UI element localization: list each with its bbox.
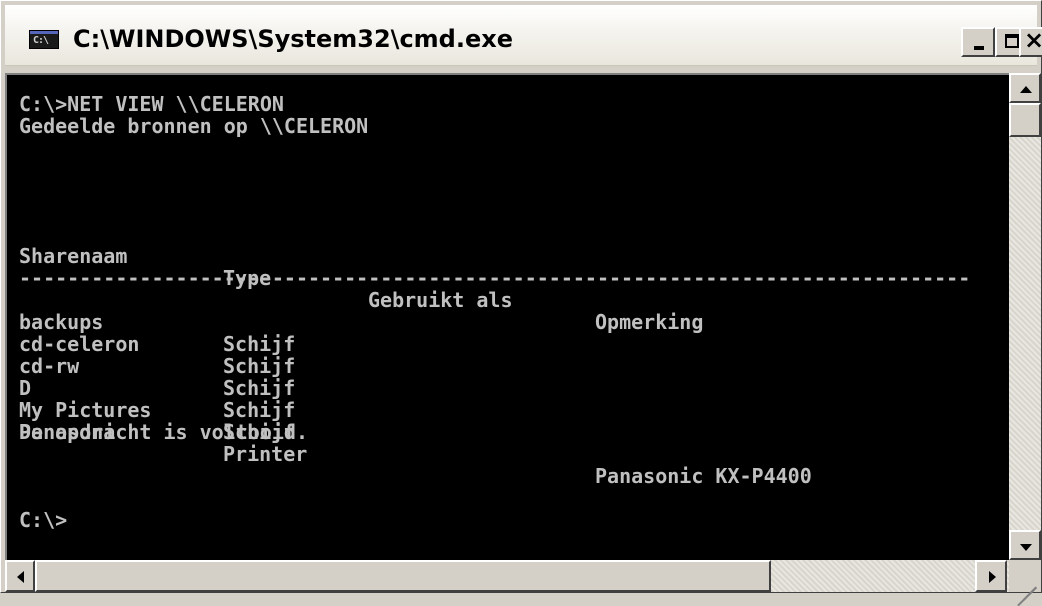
console-icon-label: C:\ — [33, 35, 49, 46]
close-button[interactable]: × — [1019, 27, 1042, 57]
resize-grip[interactable] — [1009, 560, 1041, 606]
vertical-scroll-thumb[interactable] — [1009, 103, 1041, 137]
console-icon[interactable]: C:\ — [29, 30, 59, 49]
header-sharenaam: Sharenaam — [19, 244, 128, 268]
cmd-window: C:\ C:\WINDOWS\System32\cmd.exe × C:\>NE… — [0, 0, 1042, 606]
share-type: Schijf — [223, 354, 296, 378]
minimize-button[interactable] — [961, 27, 995, 57]
scroll-down-button[interactable] — [1009, 530, 1041, 560]
share-type: Schijf — [223, 376, 296, 400]
close-icon: × — [1024, 26, 1042, 54]
horizontal-scroll-thumb[interactable] — [35, 560, 771, 592]
table-row: Panasoni Printer Panasonic KX-P4400 — [19, 399, 812, 509]
separator-line: ----------------------------------------… — [19, 266, 971, 290]
horizontal-scrollbar[interactable] — [5, 560, 1009, 592]
share-type: Schijf — [223, 398, 296, 422]
console-output[interactable]: C:\>NET VIEW \\CELERON Gedeelde bronnen … — [5, 73, 1009, 560]
command-prompt: C:\> — [19, 508, 68, 532]
share-type: Schijf — [223, 332, 296, 356]
scroll-left-button[interactable] — [5, 560, 35, 592]
maximize-icon — [1005, 34, 1019, 48]
header-used-as: Gebruikt als — [368, 288, 513, 312]
window-title: C:\WINDOWS\System32\cmd.exe — [73, 25, 514, 53]
scroll-up-icon — [1020, 86, 1032, 93]
scroll-up-button[interactable] — [1009, 73, 1041, 103]
share-list-heading: Gedeelde bronnen op \\CELERON — [19, 114, 369, 138]
header-remark: Opmerking — [595, 310, 704, 334]
share-type: Printer — [223, 442, 308, 466]
title-bar[interactable]: C:\ C:\WINDOWS\System32\cmd.exe × — [5, 5, 1042, 66]
scroll-right-button[interactable] — [975, 560, 1007, 592]
share-remark: Panasonic KX-P4400 — [595, 464, 812, 488]
vertical-scrollbar[interactable] — [1009, 73, 1041, 560]
scroll-right-icon — [989, 571, 996, 583]
scroll-down-icon — [1020, 544, 1032, 551]
scroll-left-icon — [17, 571, 24, 583]
command-line: C:\>NET VIEW \\CELERON — [19, 92, 284, 116]
minimize-icon — [974, 46, 984, 50]
completion-message: De opdracht is voltooid. — [19, 420, 308, 444]
